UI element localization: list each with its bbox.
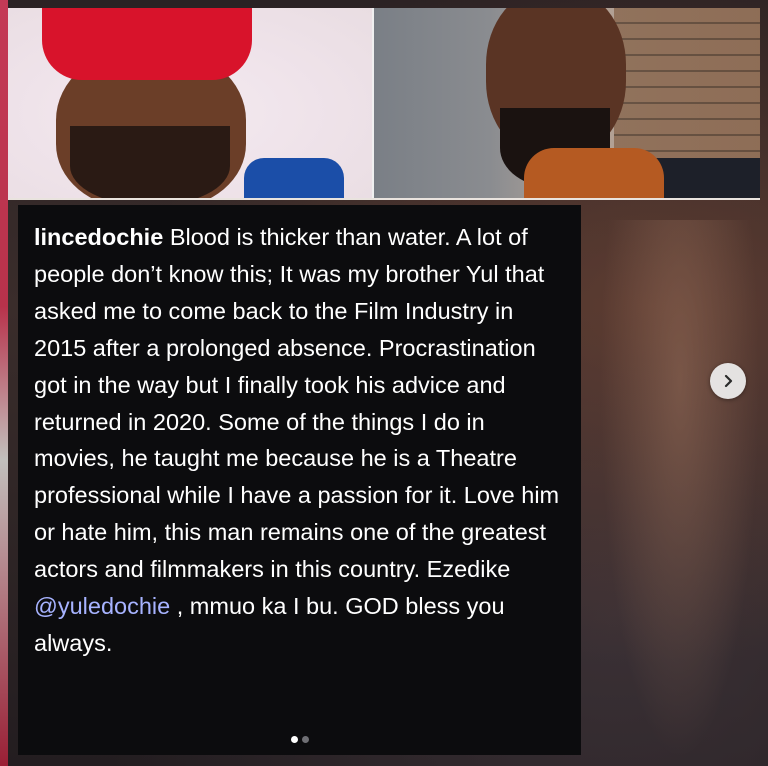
carousel-indicator: [18, 736, 581, 743]
blue-shirt-shape: [244, 158, 344, 198]
caption-text: lincedochie Blood is thicker than water.…: [34, 219, 567, 662]
photo-left-red-cap-man: [8, 8, 372, 198]
turtleneck-shape: [524, 148, 664, 198]
username-link[interactable]: lincedochie: [34, 224, 163, 250]
photo-collage: [8, 8, 760, 200]
mention-link[interactable]: @yuledochie: [34, 593, 170, 619]
carousel-dot-active: [290, 736, 298, 743]
caption-card: lincedochie Blood is thicker than water.…: [18, 205, 581, 755]
carousel-dot: [301, 736, 309, 743]
left-edge-border: [0, 0, 8, 766]
blurred-side-image: [600, 220, 760, 760]
beard-shape: [70, 126, 230, 198]
red-cap-shape: [42, 8, 252, 80]
chevron-right-icon: [724, 374, 733, 388]
caption-body-1: Blood is thicker than water. A lot of pe…: [34, 224, 560, 583]
next-slide-button[interactable]: [710, 363, 746, 399]
photo-right-bearded-man: [374, 8, 760, 198]
